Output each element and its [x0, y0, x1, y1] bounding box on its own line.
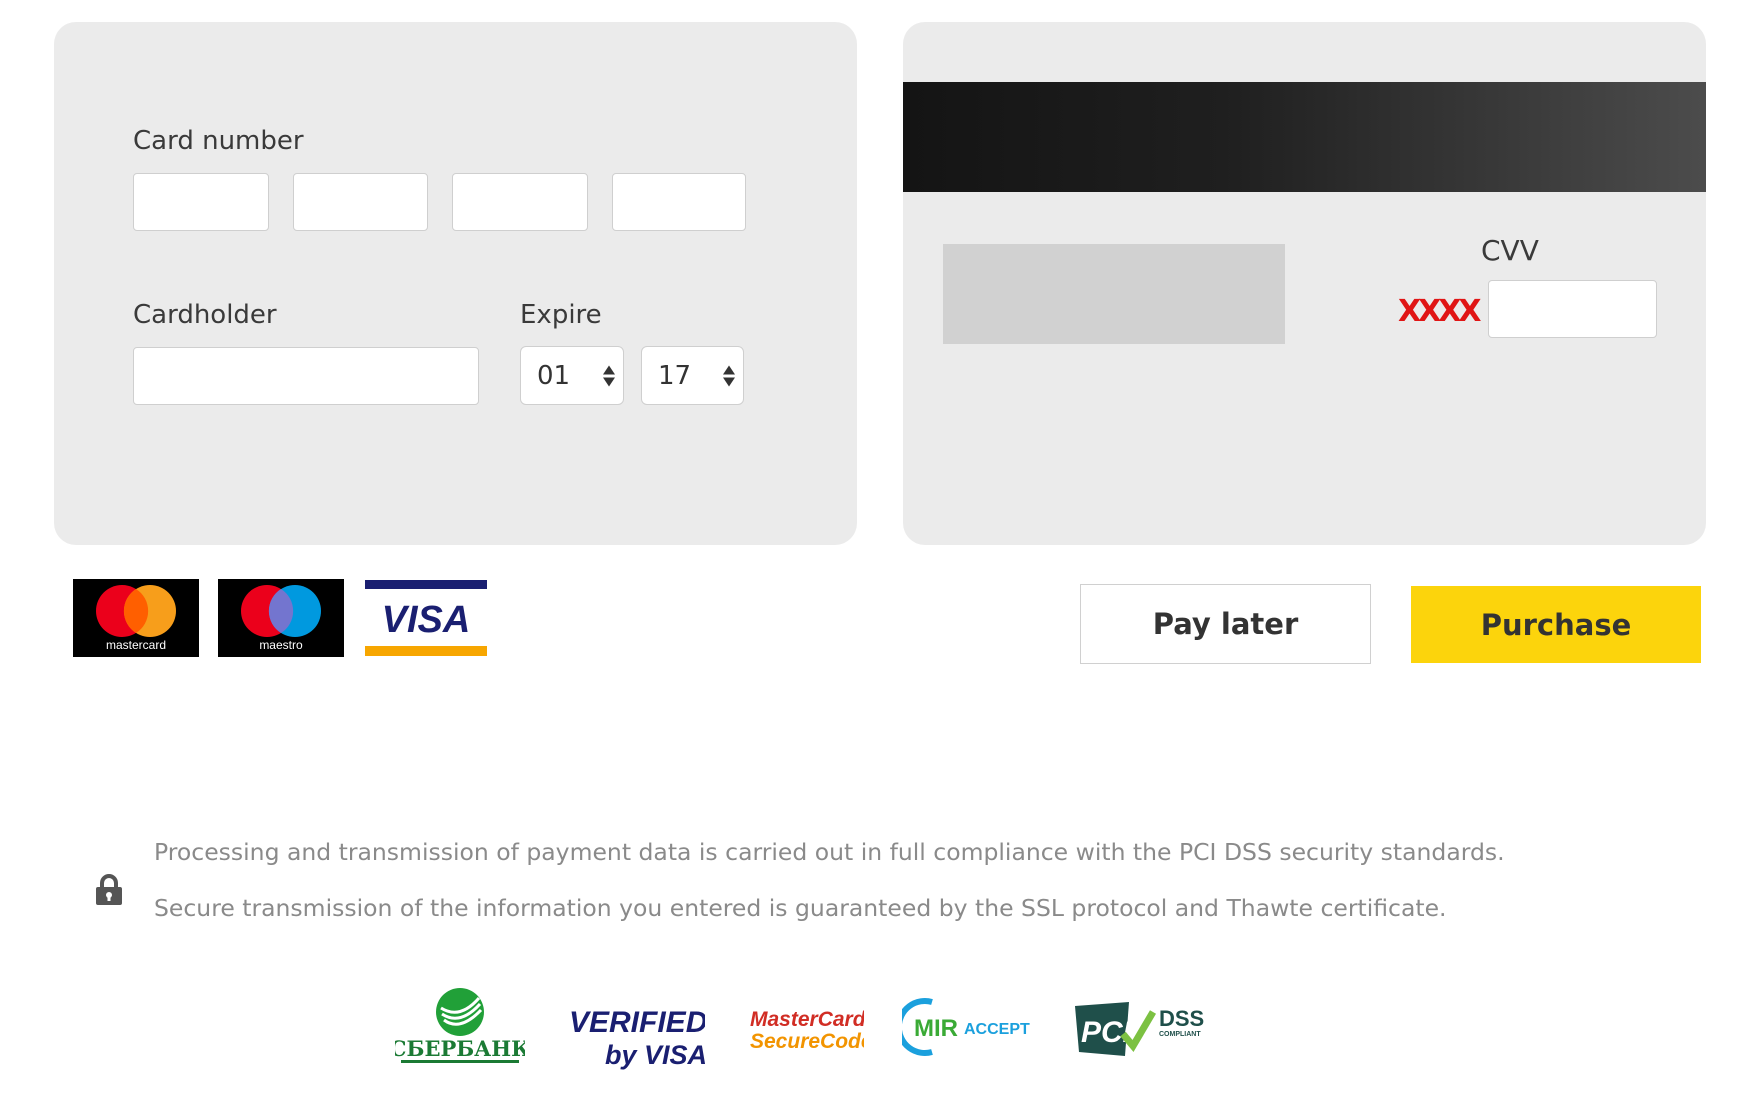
card-front-panel: Card number Cardholder Expire 01 17 [54, 22, 857, 545]
mastercard-logo: mastercard [73, 579, 199, 657]
signature-strip [943, 244, 1285, 344]
expire-year-select[interactable]: 17 [641, 346, 744, 405]
cvv-label: CVV [1481, 234, 1539, 267]
magnetic-stripe [903, 82, 1706, 192]
security-note-pci: Processing and transmission of payment d… [154, 838, 1505, 866]
card-number-label: Card number [133, 126, 304, 156]
card-back-panel: CVV XXXX [903, 22, 1706, 545]
svg-text:maestro: maestro [259, 638, 303, 652]
pay-later-button[interactable]: Pay later [1080, 584, 1371, 664]
maestro-logo: maestro [218, 579, 344, 657]
svg-text:MIR: MIR [914, 1015, 958, 1042]
cardholder-field[interactable] [133, 347, 479, 405]
sberbank-logo: СБЕРБАНК [395, 988, 525, 1063]
svg-text:PCI: PCI [1081, 1016, 1132, 1049]
expire-month-value: 01 [537, 360, 571, 391]
visa-logo: VISA [365, 580, 487, 656]
purchase-button[interactable]: Purchase [1411, 586, 1701, 663]
select-arrows-icon [603, 365, 615, 386]
svg-text:mastercard: mastercard [106, 638, 166, 652]
card-number-field-1[interactable] [133, 173, 269, 231]
svg-text:MasterCard.: MasterCard. [750, 1008, 864, 1031]
svg-text:SecureCode.: SecureCode. [750, 1030, 864, 1053]
expire-label: Expire [520, 300, 602, 330]
svg-text:VISA: VISA [382, 599, 471, 641]
svg-text:VERIFIED: VERIFIED [569, 1006, 705, 1039]
pci-dss-logo: PCI DSS COMPLIANT [1075, 1002, 1204, 1056]
lock-icon [96, 874, 122, 905]
mir-accept-logo: MIR ACCEPT [902, 998, 1030, 1056]
mastercard-securecode-logo: MasterCard. SecureCode. [750, 1008, 864, 1053]
security-note-ssl: Secure transmission of the information y… [154, 894, 1447, 922]
svg-text:COMPLIANT: COMPLIANT [1159, 1031, 1201, 1038]
card-number-field-3[interactable] [452, 173, 588, 231]
verified-by-visa-logo: VERIFIED by VISA [569, 1006, 705, 1070]
select-arrows-icon [723, 365, 735, 386]
card-number-field-4[interactable] [612, 173, 746, 231]
svg-text:СБЕРБАНК: СБЕРБАНК [395, 1036, 525, 1061]
expire-month-select[interactable]: 01 [520, 346, 624, 405]
svg-text:ACCEPT: ACCEPT [964, 1021, 1030, 1038]
expire-year-value: 17 [658, 360, 692, 391]
svg-text:by VISA: by VISA [605, 1040, 705, 1070]
cardholder-label: Cardholder [133, 300, 277, 330]
cvv-field[interactable] [1488, 280, 1657, 338]
cvv-hint: XXXX [1398, 294, 1482, 329]
card-number-field-2[interactable] [293, 173, 428, 231]
svg-text:DSS: DSS [1159, 1006, 1204, 1031]
